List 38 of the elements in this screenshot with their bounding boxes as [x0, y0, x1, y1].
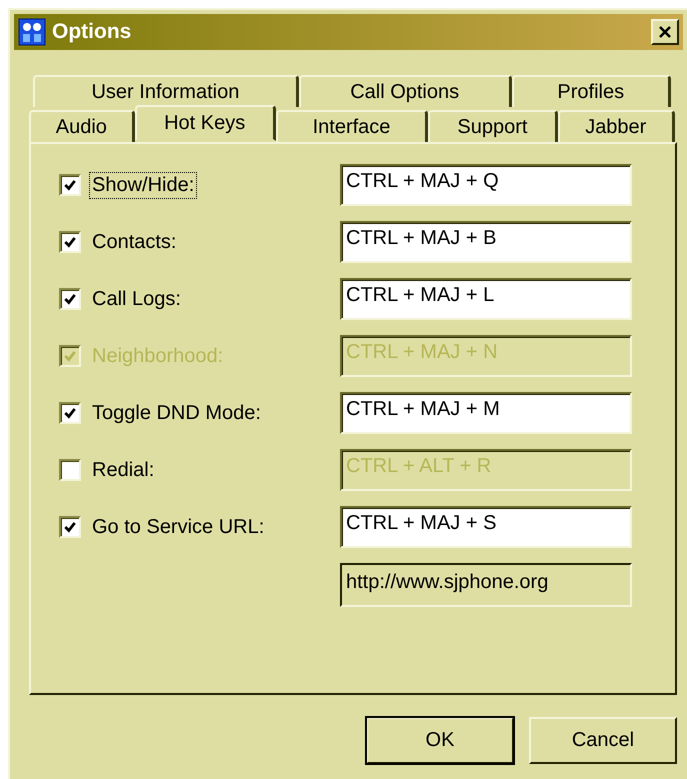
close-button[interactable]	[651, 19, 679, 45]
checkmark-icon	[63, 520, 77, 534]
checkbox-label[interactable]: Redial:	[89, 456, 158, 484]
tab[interactable]: Jabber	[558, 110, 675, 142]
checkbox-label[interactable]: Show/Hide:	[89, 172, 198, 198]
hotkey-field[interactable]: CTRL + MAJ + B	[340, 221, 632, 263]
url-field: http://www.sjphone.org	[340, 563, 632, 607]
close-icon	[658, 25, 672, 39]
checkbox-label[interactable]: Call Logs:	[89, 286, 184, 312]
app-icon	[18, 18, 46, 46]
tab[interactable]: Support	[428, 110, 558, 142]
tab[interactable]: Hot Keys	[134, 105, 276, 141]
checkmark-icon	[63, 292, 77, 306]
checkbox[interactable]	[59, 288, 81, 310]
checkbox[interactable]	[59, 459, 81, 481]
hotkey-field[interactable]: CTRL + MAJ + M	[340, 392, 632, 434]
hotkey-field[interactable]: CTRL + MAJ + L	[340, 278, 632, 320]
hotkey-field[interactable]: CTRL + MAJ + Q	[340, 164, 632, 206]
checkbox[interactable]	[59, 516, 81, 538]
tab[interactable]: Call Options	[298, 75, 512, 107]
dialog-button[interactable]: OK	[366, 717, 514, 764]
dialog-button[interactable]: Cancel	[529, 717, 677, 764]
checkbox[interactable]	[59, 402, 81, 424]
tab[interactable]: Profiles	[512, 75, 671, 107]
hotkey-field[interactable]: CTRL + MAJ + S	[340, 506, 632, 548]
checkbox-label[interactable]: Go to Service URL:	[89, 514, 268, 540]
tab[interactable]: User Information	[33, 75, 299, 107]
checkmark-icon	[63, 178, 77, 192]
tab[interactable]: Interface	[276, 110, 428, 142]
checkmark-icon	[63, 349, 77, 363]
window-title: Options	[52, 20, 132, 44]
checkbox-label[interactable]: Toggle DND Mode:	[89, 400, 264, 426]
checkbox-label[interactable]: Contacts:	[89, 228, 180, 256]
checkbox[interactable]	[59, 231, 81, 253]
checkbox[interactable]	[59, 174, 81, 196]
tab[interactable]: Audio	[29, 110, 135, 142]
checkmark-icon	[63, 235, 77, 249]
checkmark-icon	[63, 406, 77, 420]
